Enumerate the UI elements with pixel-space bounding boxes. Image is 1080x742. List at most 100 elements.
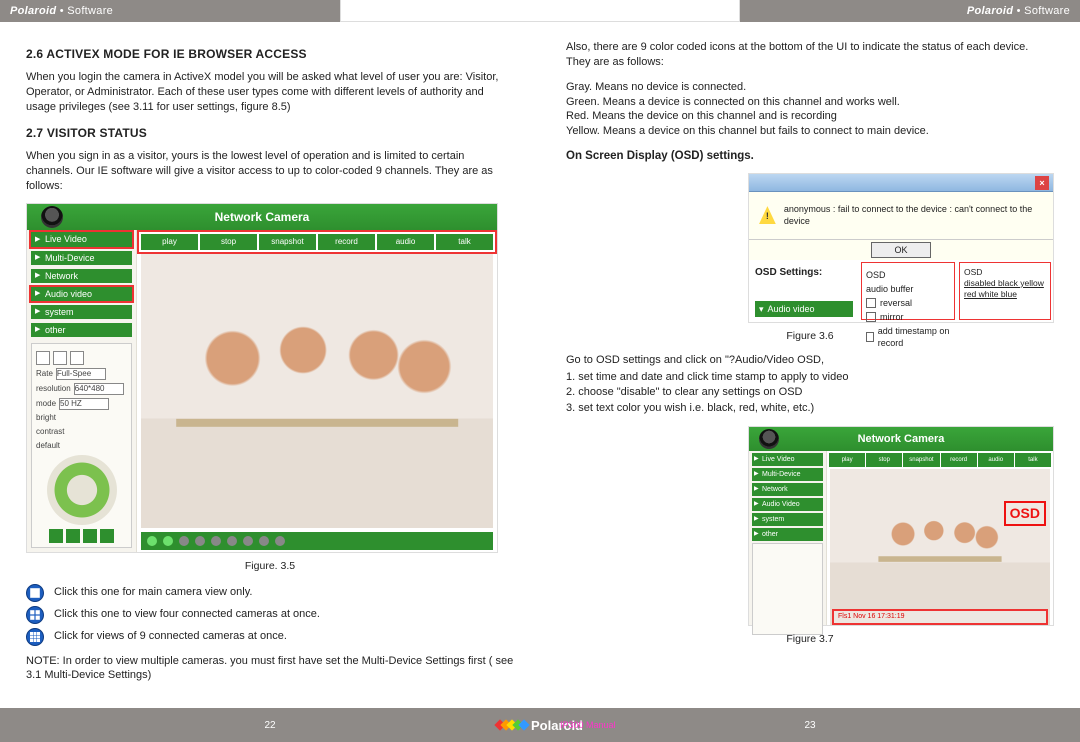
audio-video-button[interactable]: Audio video: [755, 301, 853, 317]
label-resolution: resolution: [36, 384, 71, 395]
view-nine-text: Click for views of 9 connected cameras a…: [54, 629, 287, 644]
ctrl-btn-4[interactable]: [100, 529, 114, 543]
nav-other[interactable]: other: [31, 323, 132, 337]
fig37-tb-stop[interactable]: stop: [866, 453, 902, 467]
heading-2-6: 2.6 ACTIVEX MODE FOR IE BROWSER ACCESS: [26, 46, 514, 62]
polaroid-logo-icon: [497, 721, 527, 729]
checkbox-2[interactable]: [866, 312, 876, 322]
view-one-text: Click this one for main camera view only…: [54, 585, 252, 600]
status-dot-1: [147, 536, 157, 546]
status-dot-4: [195, 536, 205, 546]
ctrl-btn-1[interactable]: [49, 529, 63, 543]
status-dot-5: [211, 536, 221, 546]
fig37-tb-audio[interactable]: audio: [978, 453, 1014, 467]
fig37-tb-snap[interactable]: snapshot: [903, 453, 939, 467]
figure-controls-panel: RateFull-Spee resolution640*480 mode50 H…: [31, 343, 132, 548]
ctrl-btn-2[interactable]: [66, 529, 80, 543]
osd-options-group: OSD audio buffer reversal mirror add tim…: [861, 262, 955, 320]
toolbar-audio[interactable]: audio: [377, 234, 434, 250]
nav-system[interactable]: system: [31, 305, 132, 319]
dialog-message-row: anonymous : fail to connect to the devic…: [749, 192, 1053, 240]
step-3: 3. set text color you wish i.e. black, r…: [566, 401, 1054, 416]
resolution-select[interactable]: 640*480: [74, 383, 124, 395]
view-one-icon: [26, 584, 44, 602]
view-4-icon[interactable]: [53, 351, 67, 365]
figure-3-6-caption: Figure 3.6: [566, 329, 1054, 343]
figure-3-7-caption: Figure 3.7: [566, 632, 1054, 646]
checkbox-3[interactable]: [866, 332, 874, 342]
fig37-nav-live[interactable]: Live Video: [752, 453, 823, 466]
opt-audio-buffer: audio buffer: [866, 283, 913, 295]
opt-osd: OSD: [866, 269, 886, 281]
warning-icon: [759, 206, 776, 224]
fig37-nav-audio[interactable]: Audio Video: [752, 498, 823, 511]
status-dot-7: [243, 536, 253, 546]
osd-heading: On Screen Display (OSD) settings.: [566, 149, 1054, 165]
figure-3-6: × anonymous : fail to connect to the dev…: [748, 173, 1054, 323]
toolbar-talk[interactable]: talk: [436, 234, 493, 250]
fig37-sidebar: Live Video Multi-Device Network Audio Vi…: [749, 451, 827, 625]
osd-note-line2: red white blue: [964, 289, 1046, 300]
figure-toolbar: play stop snapshot record audio talk: [139, 232, 495, 252]
osd-note-line1: disabled black yellow: [964, 278, 1046, 289]
osd-timestamp: Fls1 Nov 16 17:31:19: [834, 611, 1046, 623]
opt-reversal: reversal: [880, 297, 912, 309]
para-2-6: When you login the camera in ActiveX mod…: [26, 70, 514, 115]
fig37-nav-multi[interactable]: Multi-Device: [752, 468, 823, 481]
step-1: 1. set time and date and click time stam…: [566, 370, 1054, 385]
status-dot-6: [227, 536, 237, 546]
fig37-tb-rec[interactable]: record: [941, 453, 977, 467]
nav-audio-video[interactable]: Audio video: [31, 287, 132, 301]
view-four-icon: [26, 606, 44, 624]
fig37-nav-network[interactable]: Network: [752, 483, 823, 496]
view-9-icon[interactable]: [70, 351, 84, 365]
fig37-tb-talk[interactable]: talk: [1015, 453, 1051, 467]
view-four-text: Click this one to view four connected ca…: [54, 607, 320, 622]
color-gray: Gray. Means no device is connected.: [566, 80, 1054, 95]
footer-manual-label: IP300 Manual: [560, 720, 616, 730]
page-number-right: 23: [804, 720, 815, 731]
figure-3-7: Network Camera Live Video Multi-Device N…: [748, 426, 1054, 626]
mode-select[interactable]: 50 HZ: [59, 398, 109, 410]
toolbar-record[interactable]: record: [318, 234, 375, 250]
fig37-nav-system[interactable]: system: [752, 513, 823, 526]
ok-button[interactable]: OK: [871, 242, 931, 258]
ctrl-btn-3[interactable]: [83, 529, 97, 543]
header-brand-right: Polaroid • Software: [957, 5, 1080, 17]
label-rate: Rate: [36, 369, 53, 380]
fig37-tb-play[interactable]: play: [829, 453, 865, 467]
heading-2-7: 2.7 VISITOR STATUS: [26, 125, 514, 141]
ptz-ring-control[interactable]: [47, 455, 117, 525]
figure-sidebar: Live Video Multi-Device Network Audio vi…: [27, 230, 137, 552]
para-2-7: When you sign in as a visitor, yours is …: [26, 149, 514, 194]
label-mode: mode: [36, 399, 56, 410]
header-tab-blank: [340, 0, 740, 22]
close-icon[interactable]: ×: [1035, 176, 1049, 190]
page-right-column: Also, there are 9 color coded icons at t…: [540, 22, 1080, 708]
step-2: 2. choose "disable" to clear any setting…: [566, 385, 1054, 400]
status-dot-2: [163, 536, 173, 546]
toolbar-snapshot[interactable]: snapshot: [259, 234, 316, 250]
view-1-icon[interactable]: [36, 351, 50, 365]
label-bright: bright: [36, 413, 56, 424]
dialog-message-text: anonymous : fail to connect to the devic…: [784, 203, 1043, 227]
nav-network[interactable]: Network: [31, 269, 132, 283]
page-left-column: 2.6 ACTIVEX MODE FOR IE BROWSER ACCESS W…: [0, 22, 540, 708]
fig37-nav-other[interactable]: other: [752, 528, 823, 541]
color-red: Red. Means the device on this channel an…: [566, 109, 1054, 124]
opt-timestamp: add timestamp on record: [878, 325, 950, 349]
nav-multi-device[interactable]: Multi-Device: [31, 251, 132, 265]
note-multi-device: NOTE: In order to view multiple cameras.…: [26, 654, 514, 684]
label-default: default: [36, 441, 60, 452]
label-contrast: contrast: [36, 427, 64, 438]
rate-select[interactable]: Full-Spee: [56, 368, 106, 380]
device-status-strip: [141, 532, 493, 550]
nav-live-video[interactable]: Live Video: [31, 232, 132, 246]
header-brand-left: Polaroid • Software: [0, 5, 123, 17]
color-green: Green. Means a device is connected on th…: [566, 95, 1054, 110]
toolbar-play[interactable]: play: [141, 234, 198, 250]
toolbar-stop[interactable]: stop: [200, 234, 257, 250]
osd-settings-label: OSD Settings:: [755, 266, 853, 280]
checkbox-reversal[interactable]: [866, 298, 876, 308]
figure-title-bar: Network Camera: [27, 204, 497, 230]
